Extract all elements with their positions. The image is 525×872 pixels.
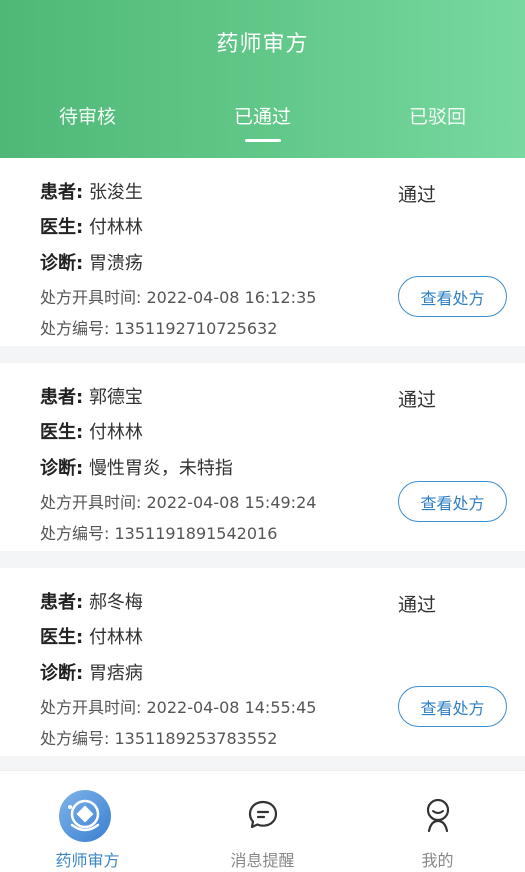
patient-row: 患者: 郭德宝	[40, 383, 143, 409]
doctor-name: 付林林	[88, 627, 143, 648]
doctor-row: 医生: 付林林	[40, 623, 143, 649]
prescription-card: 患者: 郝冬梅 医生: 付林林 诊断: 胃痞病 处方开具时间: 2022-04-…	[0, 568, 525, 756]
nav-label: 药师审方	[55, 851, 120, 870]
tab-pending[interactable]: 待审核	[0, 102, 175, 129]
diagnosis-value: 胃溃疡	[88, 253, 143, 274]
status-badge: 通过	[398, 184, 437, 206]
prescription-list: 患者: 张浚生 医生: 付林林 诊断: 胃溃疡 处方开具时间: 2022-04-…	[0, 158, 525, 773]
issue-time-row: 处方开具时间: 2022-04-08 15:49:24	[40, 489, 316, 513]
diagnosis-row: 诊断: 胃溃疡	[40, 249, 143, 275]
issue-time-row: 处方开具时间: 2022-04-08 16:12:35	[40, 284, 316, 308]
patient-name: 张浚生	[88, 182, 143, 203]
doctor-label: 医生:	[40, 217, 84, 238]
tab-underline	[244, 139, 281, 142]
nav-item-profile[interactable]: 我的	[350, 771, 525, 872]
diagnosis-label: 诊断:	[40, 458, 84, 479]
nav-label: 消息提醒	[230, 851, 295, 870]
diagnosis-row: 诊断: 慢性胃炎，未特指	[40, 454, 233, 480]
issue-time-value: 2022-04-08 14:55:45	[146, 698, 317, 717]
nav-label: 我的	[421, 851, 454, 870]
tab-approved[interactable]: 已通过	[175, 102, 350, 142]
pharmacist-review-icon	[59, 790, 111, 842]
patient-row: 患者: 郝冬梅	[40, 588, 143, 614]
bottom-nav: 药师审方 消息提醒 我的	[0, 770, 525, 872]
prescription-no-row: 处方编号: 1351192710725632	[40, 315, 277, 339]
doctor-label: 医生:	[40, 422, 84, 443]
nav-item-pharmacist-review[interactable]: 药师审方	[0, 771, 175, 872]
diagnosis-label: 诊断:	[40, 663, 84, 684]
diagnosis-row: 诊断: 胃痞病	[40, 659, 143, 685]
message-icon	[248, 800, 278, 829]
issue-time-row: 处方开具时间: 2022-04-08 14:55:45	[40, 694, 316, 718]
doctor-label: 医生:	[40, 627, 84, 648]
view-prescription-button[interactable]: 查看处方	[398, 686, 507, 727]
tab-label: 待审核	[58, 106, 116, 128]
patient-label: 患者:	[40, 182, 84, 203]
prescription-no-label: 处方编号:	[40, 319, 110, 338]
tab-label: 已通过	[233, 106, 291, 128]
prescription-no-row: 处方编号: 1351191891542016	[40, 520, 277, 544]
patient-row: 患者: 张浚生	[40, 178, 143, 204]
patient-label: 患者:	[40, 592, 84, 613]
nav-item-messages[interactable]: 消息提醒	[175, 771, 350, 872]
issue-time-value: 2022-04-08 15:49:24	[146, 493, 317, 512]
prescription-card: 患者: 张浚生 医生: 付林林 诊断: 胃溃疡 处方开具时间: 2022-04-…	[0, 158, 525, 346]
page-title: 药师审方	[216, 32, 309, 57]
prescription-no-value: 1351189253783552	[114, 729, 278, 748]
issue-time-label: 处方开具时间:	[40, 288, 142, 307]
status-badge: 通过	[398, 389, 437, 411]
prescription-card: 患者: 郭德宝 医生: 付林林 诊断: 慢性胃炎，未特指 处方开具时间: 202…	[0, 363, 525, 551]
status-tabs: 待审核 已通过 已驳回	[0, 102, 525, 158]
tab-rejected[interactable]: 已驳回	[350, 102, 525, 129]
prescription-no-row: 处方编号: 1351189253783552	[40, 725, 277, 749]
header: 药师审方 待审核 已通过 已驳回	[0, 0, 525, 158]
view-prescription-button[interactable]: 查看处方	[398, 276, 507, 317]
profile-icon	[426, 798, 450, 833]
issue-time-label: 处方开具时间:	[40, 698, 142, 717]
issue-time-label: 处方开具时间:	[40, 493, 142, 512]
issue-time-value: 2022-04-08 16:12:35	[146, 288, 317, 307]
diagnosis-label: 诊断:	[40, 253, 84, 274]
doctor-name: 付林林	[88, 217, 143, 238]
status-badge: 通过	[398, 594, 437, 616]
diagnosis-value: 慢性胃炎，未特指	[88, 458, 233, 479]
prescription-no-value: 1351191891542016	[114, 524, 278, 543]
prescription-no-label: 处方编号:	[40, 524, 110, 543]
patient-name: 郭德宝	[88, 387, 143, 408]
prescription-no-label: 处方编号:	[40, 729, 110, 748]
patient-name: 郝冬梅	[88, 592, 143, 613]
prescription-no-value: 1351192710725632	[114, 319, 278, 338]
view-prescription-button[interactable]: 查看处方	[398, 481, 507, 522]
tab-label: 已驳回	[408, 106, 466, 128]
diagnosis-value: 胃痞病	[88, 663, 143, 684]
doctor-name: 付林林	[88, 422, 143, 443]
doctor-row: 医生: 付林林	[40, 213, 143, 239]
doctor-row: 医生: 付林林	[40, 418, 143, 444]
patient-label: 患者:	[40, 387, 84, 408]
